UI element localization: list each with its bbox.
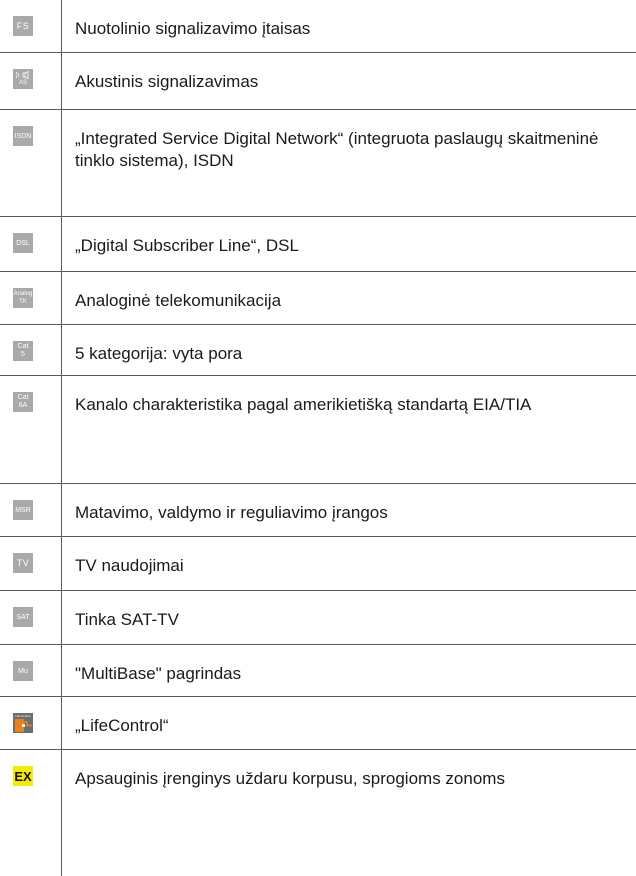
- lifecontrol-symbol: Life Control: [13, 713, 33, 733]
- speaker-icon: [16, 71, 29, 79]
- cat6a-icon: Cat 6A: [13, 392, 33, 412]
- table-row: FS Nuotolinio signalizavimo įtaisas: [0, 0, 636, 53]
- column-divider: [61, 645, 62, 696]
- table-row: Life Control „LifeControl“: [0, 697, 636, 750]
- row-description: 5 kategorija: vyta pora: [75, 344, 243, 363]
- column-divider: [61, 53, 62, 109]
- tv-icon: TV: [13, 553, 33, 573]
- acoustic-signal-icon: AS: [13, 69, 33, 89]
- table-row: MSR Matavimo, valdymo ir reguliavimo įra…: [0, 484, 636, 537]
- isdn-icon: ISDN: [13, 126, 33, 146]
- row-description: „Digital Subscriber Line“, DSL: [75, 236, 299, 255]
- table-row: TV TV naudojimai: [0, 537, 636, 591]
- column-divider: [61, 537, 62, 590]
- row-description: Apsauginis įrenginys uždaru korpusu, spr…: [75, 769, 505, 788]
- table-row: Mu "MultiBase" pagrindas: [0, 645, 636, 697]
- column-divider: [61, 591, 62, 644]
- table-row: AS Akustinis signalizavimas: [0, 53, 636, 110]
- table-row: Cat 6A Kanalo charakteristika pagal amer…: [0, 376, 636, 484]
- column-divider: [61, 484, 62, 536]
- cat5-icon: Cat 5: [13, 341, 33, 361]
- column-divider: [61, 217, 62, 271]
- msr-icon: MSR: [13, 500, 33, 520]
- icon-label-line2: 6A: [18, 402, 28, 409]
- table-row: DSL „Digital Subscriber Line“, DSL: [0, 217, 636, 272]
- row-description: Nuotolinio signalizavimo įtaisas: [75, 19, 311, 38]
- fs-icon: FS: [13, 16, 33, 36]
- sat-icon: SAT: [13, 607, 33, 627]
- icon-label-line1: Cat: [17, 394, 29, 401]
- table-row: EX Apsauginis įrenginys uždaru korpusu, …: [0, 750, 636, 876]
- table-row: Cat 5 5 kategorija: vyta pora: [0, 325, 636, 376]
- lifecontrol-icon: Life Control: [13, 713, 33, 733]
- symbol-legend-table: FS Nuotolinio signalizavimo įtaisas AS A…: [0, 0, 636, 876]
- analog-tk-icon: Analog TK: [13, 288, 33, 308]
- column-divider: [61, 110, 62, 216]
- row-description: Akustinis signalizavimas: [75, 72, 259, 91]
- row-description: Matavimo, valdymo ir reguliavimo įrangos: [75, 503, 388, 522]
- icon-label-line2: TK: [19, 299, 27, 305]
- column-divider: [61, 750, 62, 876]
- row-description: „LifeControl“: [75, 716, 169, 735]
- ex-icon: EX: [13, 766, 33, 786]
- row-description: Tinka SAT-TV: [75, 610, 179, 629]
- row-description: "MultiBase" pagrindas: [75, 664, 242, 683]
- column-divider: [61, 0, 62, 52]
- column-divider: [61, 325, 62, 375]
- row-description: TV naudojimai: [75, 556, 184, 575]
- icon-label-line2: 5: [21, 351, 25, 358]
- dsl-icon: DSL: [13, 233, 33, 253]
- table-row: Analog TK Analoginė telekomunikacija: [0, 272, 636, 325]
- table-row: SAT Tinka SAT-TV: [0, 591, 636, 645]
- icon-label-line1: Cat: [17, 343, 29, 350]
- row-description: Analoginė telekomunikacija: [75, 291, 282, 310]
- svg-text:Life Control: Life Control: [15, 714, 31, 718]
- icon-label-line1: Analog: [13, 291, 33, 297]
- icon-label: AS: [18, 80, 27, 86]
- multibase-icon: Mu: [13, 661, 33, 681]
- column-divider: [61, 697, 62, 749]
- row-description: „Integrated Service Digital Network“ (in…: [75, 129, 599, 170]
- table-row: ISDN „Integrated Service Digital Network…: [0, 110, 636, 217]
- column-divider: [61, 272, 62, 324]
- column-divider: [61, 376, 62, 483]
- row-description: Kanalo charakteristika pagal amerikietiš…: [75, 395, 532, 414]
